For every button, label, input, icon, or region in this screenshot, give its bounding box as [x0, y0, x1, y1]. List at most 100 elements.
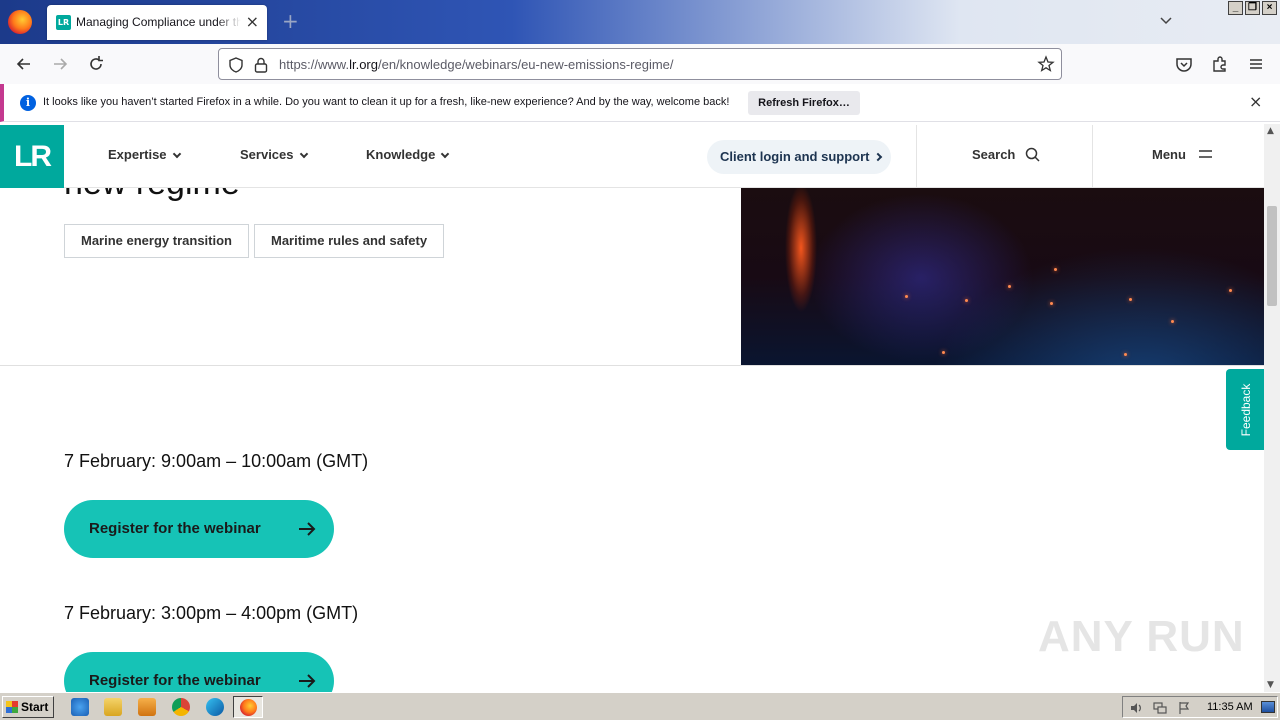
- register-button-label: Register for the webinar: [89, 672, 261, 689]
- hero-divider: [0, 365, 1264, 366]
- menu-label: Menu: [1152, 147, 1186, 162]
- firefox-logo-icon[interactable]: [8, 10, 32, 34]
- session-time: 7 February: 3:00pm – 4:00pm (GMT): [64, 603, 359, 623]
- hero-light-dot: [1124, 353, 1127, 356]
- client-login-button[interactable]: Client login and support: [707, 140, 891, 174]
- network-icon[interactable]: [1153, 701, 1167, 715]
- taskbar-clock[interactable]: 11:35 AM: [1207, 701, 1253, 713]
- chrome-icon[interactable]: [172, 698, 190, 716]
- hero-light-dot: [1054, 268, 1057, 271]
- header-divider: [1092, 125, 1093, 188]
- lr-logo[interactable]: LR: [0, 125, 64, 188]
- browser-titlebar: LR Managing Compliance under the EU × + …: [0, 0, 1280, 44]
- hamburger-menu-icon[interactable]: [1246, 54, 1266, 74]
- back-arrow-icon[interactable]: [14, 54, 34, 74]
- scroll-down-arrow-icon[interactable]: ▼: [1267, 680, 1274, 690]
- feedback-label: Feedback: [1239, 383, 1253, 437]
- menu-lines-icon: [1198, 150, 1212, 158]
- browser-toolbar: https://www.lr.org/en/knowledge/webinars…: [0, 44, 1280, 84]
- forward-arrow-icon[interactable]: [50, 54, 70, 74]
- url-prefix: https://www.: [279, 57, 350, 72]
- window-restore-button[interactable]: ❐: [1245, 1, 1260, 15]
- hero-light-dot: [1050, 302, 1053, 305]
- firefox-icon: [240, 699, 257, 716]
- lr-favicon-icon: LR: [56, 15, 71, 30]
- anyrun-watermark: ANY RUN: [1038, 612, 1245, 661]
- url-bar[interactable]: https://www.lr.org/en/knowledge/webinars…: [218, 48, 1062, 80]
- lock-icon[interactable]: [253, 56, 269, 74]
- chevron-down-icon: [441, 149, 450, 159]
- windows-flag-icon: [6, 701, 18, 713]
- shield-icon[interactable]: [227, 56, 245, 74]
- refresh-firefox-button[interactable]: Refresh Firefox…: [748, 91, 860, 115]
- chevron-right-icon: [873, 152, 882, 162]
- hero-light-dot: [1229, 289, 1232, 292]
- scroll-up-arrow-icon[interactable]: ▲: [1267, 126, 1274, 136]
- tag-maritime-rules-and-safety[interactable]: Maritime rules and safety: [254, 224, 445, 258]
- tab-close-icon[interactable]: ×: [246, 13, 259, 31]
- start-label: Start: [21, 700, 49, 714]
- new-tab-plus-icon[interactable]: +: [282, 10, 299, 32]
- window-close-button[interactable]: ×: [1262, 1, 1277, 15]
- page-viewport: new regime LR Expertise Services Knowled…: [0, 124, 1280, 692]
- system-tray: 11:35 AM: [1122, 696, 1278, 718]
- register-webinar-button[interactable]: Register for the webinar: [64, 500, 334, 558]
- folder-icon[interactable]: [104, 698, 122, 716]
- notification-close-icon[interactable]: ×: [1249, 93, 1262, 111]
- windows-taskbar: Start 11:35 AM: [0, 692, 1280, 720]
- hero-image: [741, 188, 1264, 365]
- start-button[interactable]: Start: [2, 696, 54, 718]
- register-webinar-button[interactable]: Register for the webinar: [64, 652, 334, 692]
- refresh-firefox-notification: i It looks like you haven’t started Fire…: [0, 84, 1280, 122]
- volume-icon[interactable]: [1129, 701, 1143, 715]
- action-center-flag-icon[interactable]: [1177, 701, 1191, 715]
- url-text[interactable]: https://www.lr.org/en/knowledge/webinars…: [279, 57, 674, 72]
- chevron-down-icon: [172, 149, 181, 159]
- nav-services-label: Services: [240, 147, 294, 162]
- header-divider: [916, 125, 917, 188]
- feedback-tab[interactable]: Feedback: [1226, 369, 1264, 450]
- show-desktop-icon[interactable]: [1261, 701, 1275, 713]
- window-minimize-button[interactable]: _: [1228, 1, 1243, 15]
- url-path: /en/knowledge/webinars/eu-new-emissions-…: [377, 57, 674, 72]
- client-login-label: Client login and support: [720, 149, 870, 164]
- session-time: 7 February: 9:00am – 10:00am (GMT): [64, 451, 369, 471]
- hero-light-dot: [965, 299, 968, 302]
- hero-light-dot: [905, 295, 908, 298]
- extensions-puzzle-icon[interactable]: [1210, 54, 1230, 74]
- search-icon: [1025, 147, 1040, 162]
- nav-knowledge[interactable]: Knowledge: [366, 147, 450, 162]
- search-label: Search: [972, 147, 1016, 162]
- bookmark-star-icon[interactable]: [1037, 55, 1055, 73]
- url-domain: lr.org: [349, 57, 378, 72]
- nav-services[interactable]: Services: [240, 147, 308, 162]
- nav-knowledge-label: Knowledge: [366, 147, 436, 162]
- tag-marine-energy-transition[interactable]: Marine energy transition: [64, 224, 249, 258]
- site-header: LR Expertise Services Knowledge Client l…: [0, 125, 1264, 188]
- menu-button[interactable]: Menu: [1152, 147, 1213, 162]
- nav-expertise-label: Expertise: [108, 147, 167, 162]
- taskbar-firefox-active[interactable]: [233, 696, 263, 718]
- hero-light-dot: [1008, 285, 1011, 288]
- tab-title: Managing Compliance under the EU: [76, 15, 241, 29]
- register-button-label: Register for the webinar: [89, 520, 261, 537]
- hero-light-dot: [942, 351, 945, 354]
- scrollbar-thumb[interactable]: [1267, 206, 1277, 306]
- pocket-icon[interactable]: [1174, 54, 1194, 74]
- nav-expertise[interactable]: Expertise: [108, 147, 181, 162]
- info-icon: i: [20, 95, 36, 111]
- chevron-down-icon: [299, 149, 308, 159]
- edge-icon[interactable]: [206, 698, 224, 716]
- list-all-tabs-chevron-icon[interactable]: [1158, 12, 1174, 28]
- search-button[interactable]: Search: [972, 147, 1040, 162]
- reload-icon[interactable]: [86, 54, 106, 74]
- hero-light-dot: [1129, 298, 1132, 301]
- arrow-right-icon: [299, 522, 316, 536]
- hero-light-dot: [1171, 320, 1174, 323]
- browser-tab-active[interactable]: LR Managing Compliance under the EU ×: [47, 5, 267, 40]
- media-player-icon[interactable]: [138, 698, 156, 716]
- ie-icon[interactable]: [71, 698, 89, 716]
- page-scrollbar[interactable]: ▲ ▼: [1264, 124, 1280, 692]
- arrow-right-icon: [299, 674, 316, 688]
- notification-text: It looks like you haven’t started Firefo…: [43, 96, 730, 108]
